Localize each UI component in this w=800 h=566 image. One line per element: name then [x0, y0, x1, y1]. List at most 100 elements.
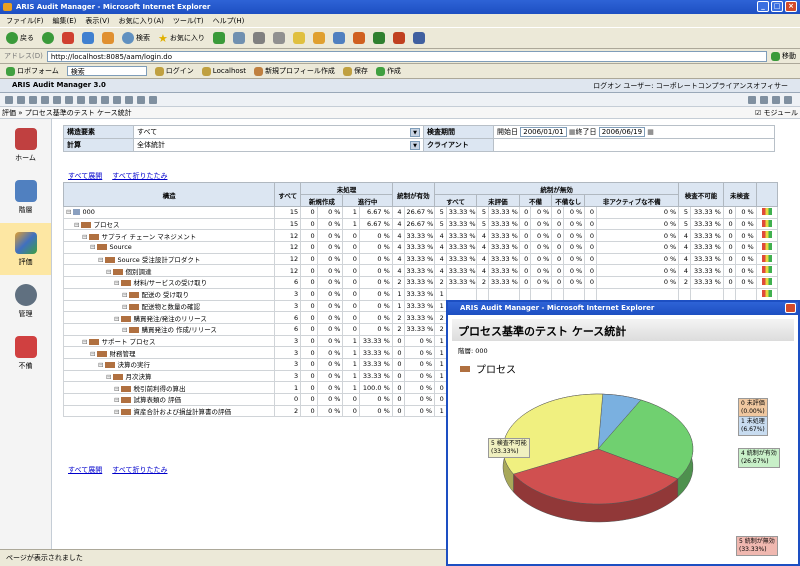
row-structure-name[interactable]: ⊟ 購買発注の 作成/リリース: [62, 322, 276, 336]
row-structure-name[interactable]: ⊟ 材料/サービスの受け取り: [62, 276, 276, 289]
row-structure-name[interactable]: ⊟ 配送の 受け取り: [62, 287, 276, 301]
addon-button-1[interactable]: [312, 32, 325, 44]
nav-evaluation[interactable]: 評価: [0, 223, 51, 275]
collapse-toggle-icon[interactable]: ⊟: [114, 408, 119, 416]
tool-icon-12[interactable]: [137, 95, 145, 104]
home-button[interactable]: [102, 32, 114, 44]
chart-link[interactable]: [755, 287, 779, 301]
folder-button[interactable]: [292, 32, 305, 44]
row-structure-name[interactable]: ⊟ 税引前利得の算出: [62, 381, 276, 394]
module-checkbox[interactable]: ☑ モジュール: [755, 108, 798, 117]
collapse-toggle-icon[interactable]: ⊟: [122, 291, 127, 299]
tool-icon-10[interactable]: [113, 95, 121, 104]
filter-icon[interactable]: [101, 95, 109, 104]
collapse-all-link[interactable]: すべて折りたたみ: [112, 171, 167, 181]
new-profile-link[interactable]: 新規プロフィール作成: [254, 66, 335, 76]
chart-link[interactable]: [755, 252, 779, 266]
minimize-button[interactable]: _: [757, 1, 769, 12]
row-structure-name[interactable]: ⊟ 決算の実行: [62, 357, 276, 371]
menu-edit[interactable]: 編集(E): [53, 16, 77, 25]
collapse-toggle-icon[interactable]: ⊟: [114, 315, 119, 323]
forward-button[interactable]: [42, 32, 54, 44]
addon-button-5[interactable]: [392, 32, 405, 44]
collapse-toggle-icon[interactable]: ⊟: [122, 303, 127, 311]
chart-link[interactable]: [755, 241, 779, 254]
tool-icon-1[interactable]: [5, 95, 13, 104]
row-structure-name[interactable]: ⊟ サポート プロセス: [62, 334, 276, 348]
end-date-input[interactable]: 2006/06/19: [598, 127, 646, 137]
menu-tools[interactable]: ツール(T): [173, 16, 204, 25]
row-structure-name[interactable]: ⊟ 購買発注/発注のリリース: [62, 311, 276, 324]
tool-icon-4[interactable]: [41, 95, 49, 104]
tool-icon-13[interactable]: [149, 95, 157, 104]
chart-link[interactable]: [755, 229, 779, 243]
chart-link[interactable]: [755, 264, 779, 278]
start-date-input[interactable]: 2006/01/01: [520, 127, 567, 137]
go-button[interactable]: 移動: [771, 51, 796, 61]
edit-button[interactable]: [272, 32, 285, 44]
copyright-icon[interactable]: [772, 95, 780, 104]
expand-all-link[interactable]: すべて展開: [68, 171, 102, 181]
menu-view[interactable]: 表示(V): [85, 16, 109, 25]
collapse-toggle-icon[interactable]: ⊟: [114, 279, 119, 287]
collapse-toggle-icon[interactable]: ⊟: [82, 233, 87, 241]
row-structure-name[interactable]: ⊟ Source 受注設計プロダクト: [62, 252, 276, 266]
collapse-toggle-icon[interactable]: ⊟: [114, 396, 119, 404]
favorites-button[interactable]: ★ お気に入り: [158, 32, 205, 45]
back-button[interactable]: 戻る: [6, 32, 34, 44]
close-button[interactable]: ×: [785, 1, 797, 12]
client-input[interactable]: [493, 138, 775, 152]
collapse-toggle-icon[interactable]: ⊟: [90, 243, 95, 251]
stop-button[interactable]: [62, 32, 74, 44]
row-structure-name[interactable]: ⊟ 配送物と数量の確認: [62, 299, 276, 313]
addon-button-3[interactable]: [352, 32, 365, 44]
tool-icon-3[interactable]: [29, 95, 37, 104]
collapse-toggle-icon[interactable]: ⊟: [106, 268, 111, 276]
maximize-button[interactable]: □: [771, 1, 783, 12]
chart-link[interactable]: [755, 206, 779, 219]
search-select[interactable]: 検索: [66, 66, 147, 76]
row-structure-name[interactable]: ⊟ 財務管理: [62, 346, 276, 359]
settings-icon[interactable]: [784, 95, 792, 104]
collapse-toggle-icon[interactable]: ⊟: [82, 338, 87, 346]
popup-close-button[interactable]: [785, 303, 796, 313]
collapse-toggle-icon[interactable]: ⊟: [66, 208, 71, 216]
tool-icon-2[interactable]: [17, 95, 25, 104]
collapse-all-link[interactable]: すべて折りたたみ: [112, 465, 167, 475]
address-input[interactable]: http://localhost:8085/aam/login.do: [46, 50, 767, 62]
roboform-button[interactable]: ロボフォーム: [6, 66, 59, 76]
collapse-toggle-icon[interactable]: ⊟: [74, 221, 79, 229]
row-structure-name[interactable]: ⊟ 月次決算: [62, 369, 276, 383]
calendar-icon[interactable]: ▦: [647, 128, 654, 136]
mail-button[interactable]: [232, 32, 245, 44]
collapse-toggle-icon[interactable]: ⊟: [106, 373, 111, 381]
row-structure-name[interactable]: ⊟ 資産合計および損益計算書の評価: [62, 404, 276, 418]
collapse-toggle-icon[interactable]: ⊟: [114, 385, 119, 393]
row-structure-name[interactable]: ⊟ 試算表類の 評価: [62, 393, 276, 406]
history-button[interactable]: [212, 32, 225, 44]
addon-button-6[interactable]: [412, 32, 425, 44]
collapse-toggle-icon[interactable]: ⊟: [98, 256, 103, 264]
save-link[interactable]: 保存: [342, 66, 368, 76]
localhost-link[interactable]: Localhost: [201, 66, 246, 76]
tool-icon-5[interactable]: [53, 95, 61, 104]
tool-icon-11[interactable]: [125, 95, 133, 104]
structure-select[interactable]: すべて ▼: [133, 125, 424, 139]
tool-icon-6[interactable]: [65, 95, 73, 104]
nav-home[interactable]: ホーム: [0, 119, 51, 171]
expand-all-link[interactable]: すべて展開: [68, 465, 102, 475]
create-link[interactable]: 作成: [375, 66, 401, 76]
tool-icon-7[interactable]: [77, 95, 85, 104]
nav-deficiency[interactable]: 不備: [0, 327, 51, 379]
row-structure-name[interactable]: ⊟ 000: [62, 206, 276, 219]
menu-favorites[interactable]: お気に入り(A): [119, 16, 164, 25]
chart-link[interactable]: [755, 276, 779, 289]
login-link[interactable]: ログイン: [154, 66, 194, 76]
chart-link[interactable]: [755, 217, 779, 231]
nav-admin[interactable]: 管理: [0, 275, 51, 327]
menu-help[interactable]: ヘルプ(H): [213, 16, 245, 25]
tool-icon-8[interactable]: [89, 95, 97, 104]
row-structure-name[interactable]: ⊟ Source: [62, 241, 276, 254]
row-structure-name[interactable]: ⊟ サプライ チェーン マネジメント: [62, 229, 276, 243]
collapse-toggle-icon[interactable]: ⊟: [90, 350, 95, 358]
